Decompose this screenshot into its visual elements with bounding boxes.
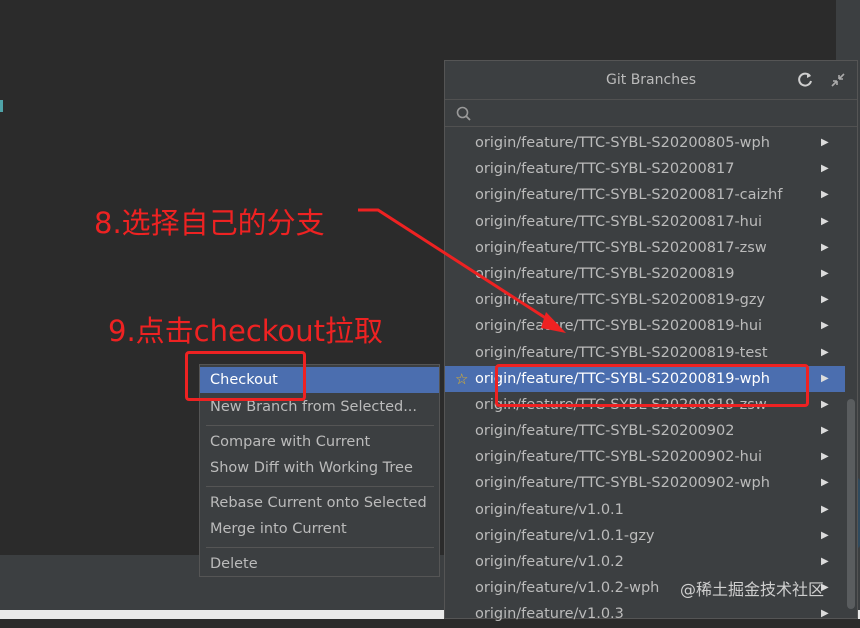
annotation-box-checkout bbox=[185, 351, 306, 401]
annotation-step-8: 8.选择自己的分支 bbox=[94, 206, 325, 240]
annotation-box-branch bbox=[495, 364, 809, 407]
annotation-step-9: 9.点击checkout拉取 bbox=[108, 314, 384, 348]
watermark: @稀土掘金技术社区 bbox=[680, 580, 825, 599]
